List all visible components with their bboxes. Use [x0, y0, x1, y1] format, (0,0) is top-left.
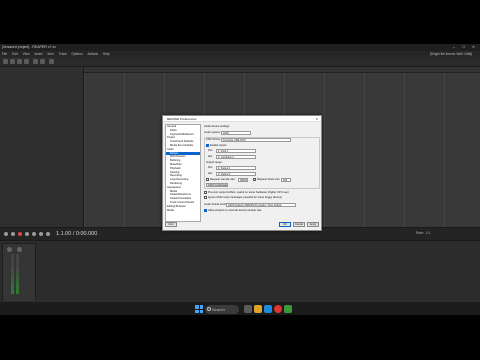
- dialog-footer: Find OK Cancel Apply: [165, 222, 320, 228]
- pre-zero-checkbox[interactable]: [204, 190, 207, 194]
- first-input-select[interactable]: 1: Input 1: [216, 148, 256, 153]
- request-blocksize-checkbox[interactable]: [253, 177, 256, 181]
- desktop-screen: [Unsaved project] - REAPER v7.xx – ☐ ✕ F…: [0, 44, 480, 315]
- enable-inputs-checkbox[interactable]: [206, 143, 209, 147]
- master-strip: MASTER: [2, 243, 36, 307]
- menu-file[interactable]: File: [2, 52, 7, 56]
- app-icon[interactable]: [284, 305, 292, 313]
- file-explorer-icon[interactable]: [254, 305, 262, 313]
- repeat-icon[interactable]: [46, 232, 50, 236]
- master-meter-left: [11, 254, 14, 294]
- transport-time: 1.1.00 / 0:00.000: [56, 231, 98, 237]
- section-title: Audio device settings: [204, 125, 230, 128]
- mixer-panel: MASTER: [0, 241, 480, 309]
- first-output-label: first: [208, 166, 213, 169]
- menu-track[interactable]: Track: [59, 52, 67, 56]
- app-icon[interactable]: [274, 305, 282, 313]
- allow-projects-row: Allow projects to override device sample…: [204, 208, 261, 213]
- preferences-tree: General Paths Keyboard/Multitouch Projec…: [165, 124, 201, 222]
- allow-projects-label: Allow projects to override device sample…: [208, 209, 262, 212]
- master-meter-right: [16, 254, 19, 294]
- first-input-label: first: [208, 149, 213, 152]
- device-settings-panel: Audio device settings Audio system: ASIO…: [204, 124, 320, 222]
- last-output-select[interactable]: 2: Output 2: [216, 171, 256, 176]
- first-output-select[interactable]: 1: Output 1: [216, 165, 256, 170]
- master-width-knob[interactable]: [17, 247, 22, 252]
- settings-icon[interactable]: [24, 59, 29, 64]
- asio-driver-select[interactable]: Focusrite USB ASIO: [221, 137, 291, 142]
- close-icon[interactable]: ✕: [315, 116, 318, 122]
- tree-item[interactable]: Media: [166, 209, 200, 213]
- menu-actions[interactable]: Actions: [88, 52, 98, 56]
- asio-config-button[interactable]: ASIO Configuration...: [206, 183, 228, 187]
- open-project-icon[interactable]: [10, 59, 15, 64]
- ignore-asio-checkbox[interactable]: [204, 195, 207, 199]
- go-to-start-icon[interactable]: [4, 232, 8, 236]
- menu-item[interactable]: Item: [47, 52, 53, 56]
- pre-zero-label: Pre-zero output buffers, useful on some …: [208, 191, 289, 194]
- window-controls[interactable]: – ☐ ✕: [453, 44, 478, 51]
- last-input-label: last: [208, 155, 213, 158]
- menu-view[interactable]: View: [23, 52, 30, 56]
- apply-button[interactable]: Apply: [307, 222, 319, 227]
- main-toolbar: [0, 57, 480, 67]
- ignore-asio-row: Ignore ASIO reset messages (needed for s…: [204, 195, 282, 200]
- record-icon[interactable]: [18, 232, 22, 236]
- windows-taskbar: Search: [0, 301, 480, 315]
- dialog-title: REAPER Preferences: [167, 117, 197, 121]
- cancel-button[interactable]: Cancel: [293, 222, 305, 227]
- dialog-titlebar: REAPER Preferences ✕: [163, 116, 321, 122]
- windows-start-icon[interactable]: [195, 305, 203, 313]
- taskbar-search-label: Search: [212, 306, 225, 312]
- pause-icon[interactable]: [25, 232, 29, 236]
- window-title: [Unsaved project] - REAPER v7.xx: [2, 45, 56, 49]
- track-control-panel[interactable]: [0, 67, 84, 227]
- find-button[interactable]: Find: [165, 222, 177, 227]
- save-project-icon[interactable]: [17, 59, 22, 64]
- last-input-select[interactable]: 2: Loopback 2: [216, 154, 256, 159]
- blocksize-input[interactable]: 256: [281, 177, 291, 182]
- taskbar-search[interactable]: Search: [205, 304, 239, 314]
- window-titlebar: [Unsaved project] - REAPER v7.xx – ☐ ✕: [0, 44, 480, 51]
- samplerate-input[interactable]: 48000: [238, 177, 248, 182]
- stop-icon[interactable]: [32, 232, 36, 236]
- allow-projects-checkbox[interactable]: [204, 208, 207, 212]
- play-icon[interactable]: [11, 232, 15, 236]
- request-samplerate-checkbox[interactable]: [206, 177, 209, 181]
- menu-insert[interactable]: Insert: [35, 52, 43, 56]
- search-icon: [207, 307, 211, 311]
- request-blocksize-row: Request block size:: [253, 177, 280, 182]
- edge-icon[interactable]: [264, 305, 272, 313]
- undo-icon[interactable]: [33, 59, 38, 64]
- playrate[interactable]: Rate: 1.0: [416, 231, 430, 235]
- last-output-label: last: [208, 172, 213, 175]
- menu-edit[interactable]: Edit: [12, 52, 18, 56]
- ok-button[interactable]: OK: [279, 222, 291, 227]
- preferences-dialog: REAPER Preferences ✕ General Paths Keybo…: [162, 115, 322, 231]
- redo-icon[interactable]: [40, 59, 45, 64]
- ignore-asio-label: Ignore ASIO reset messages (needed for s…: [208, 196, 282, 199]
- request-samplerate-row: Request sample rate:: [206, 177, 236, 182]
- task-view-icon[interactable]: [244, 305, 252, 313]
- request-samplerate-label: Request sample rate:: [210, 178, 236, 181]
- grid-icon[interactable]: [49, 59, 54, 64]
- menu-help[interactable]: Help: [103, 52, 110, 56]
- enable-inputs-label: Enable inputs:: [210, 144, 228, 147]
- request-blocksize-label: Request block size:: [257, 178, 281, 181]
- asio-driver-label: ASIO Driver:: [206, 138, 222, 141]
- audio-system-select[interactable]: ASIO: [221, 130, 251, 135]
- audio-thread-select[interactable]: ASIO Default / MMCSS Pro Audio / Time Cr…: [226, 202, 296, 207]
- new-project-icon[interactable]: [3, 59, 8, 64]
- audio-system-label: Audio system:: [204, 131, 221, 134]
- go-to-end-icon[interactable]: [39, 232, 43, 236]
- menu-options[interactable]: Options: [72, 52, 83, 56]
- master-pan-knob[interactable]: [7, 247, 12, 252]
